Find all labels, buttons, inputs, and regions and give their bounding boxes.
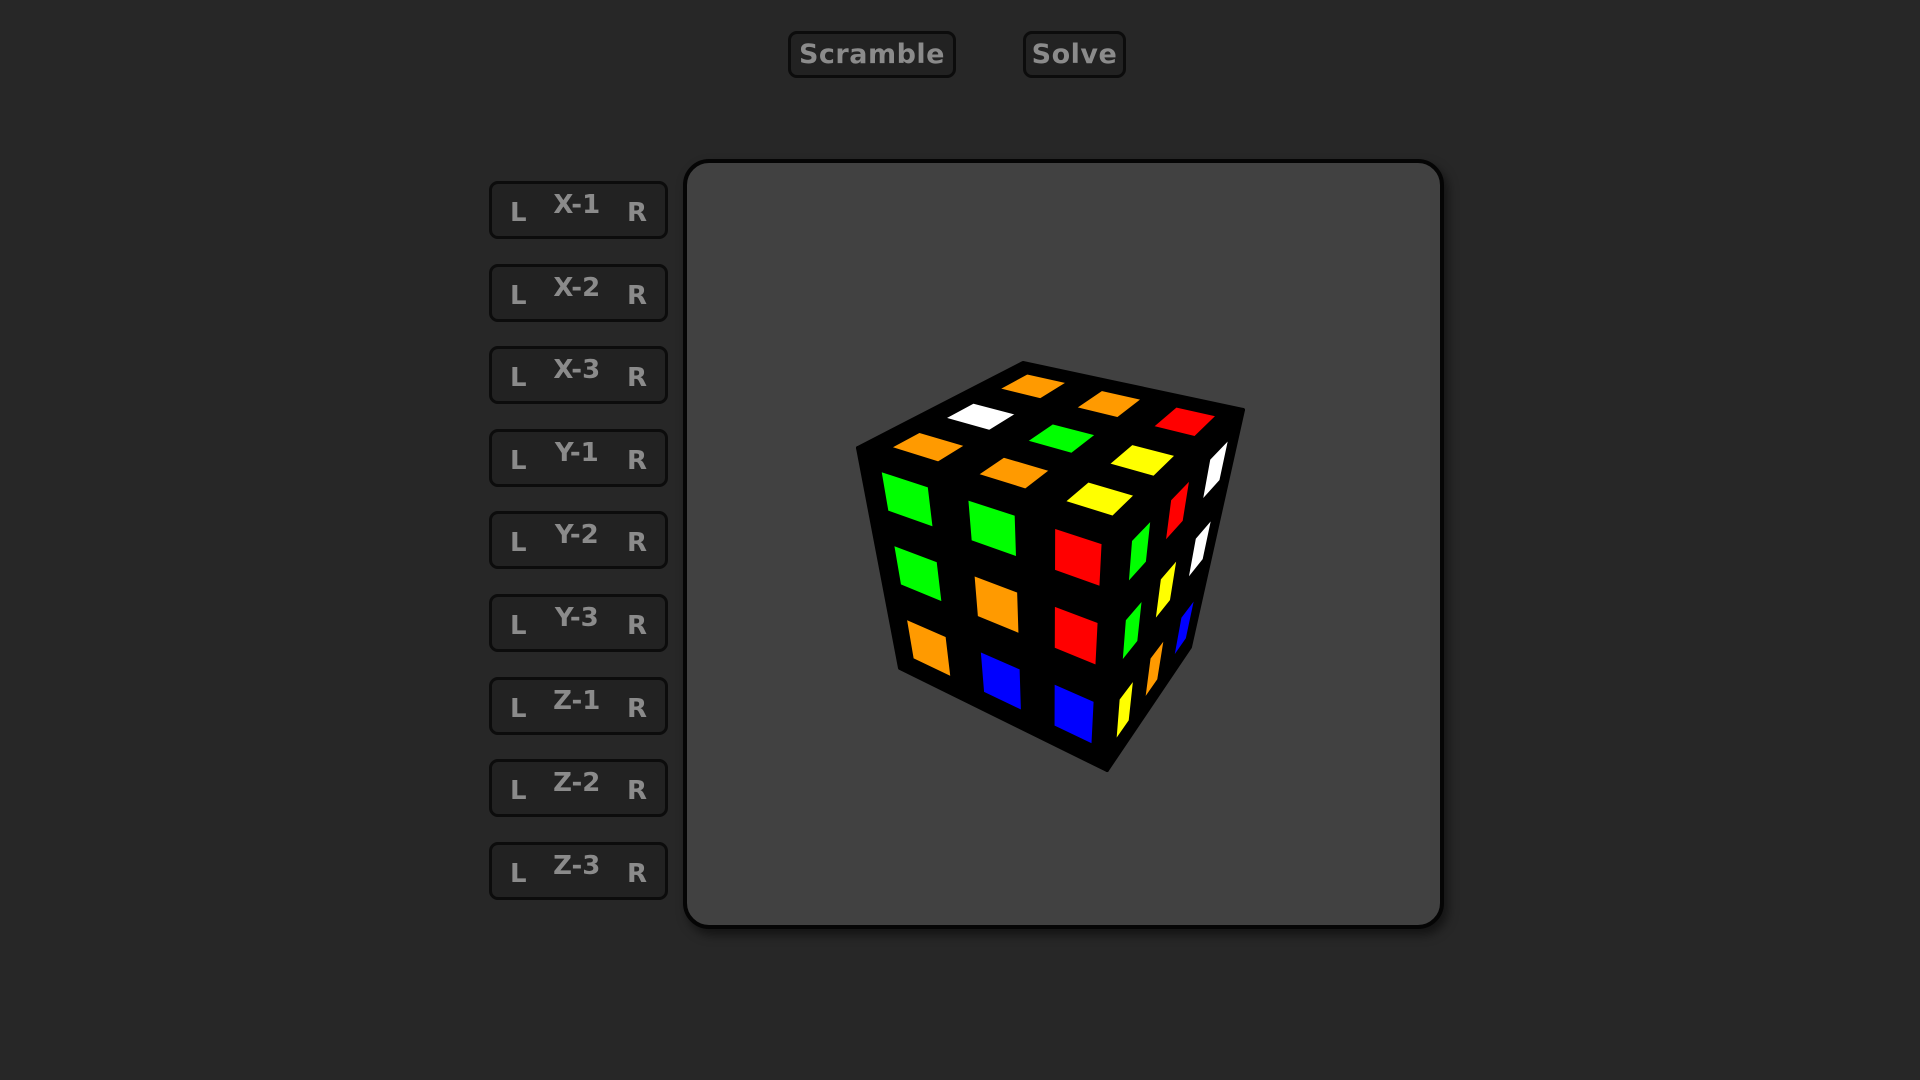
rotate-right-button[interactable]: R — [627, 859, 647, 889]
rotate-right-button[interactable]: R — [627, 198, 647, 228]
rotate-right-button[interactable]: R — [627, 281, 647, 311]
rotate-left-button[interactable]: L — [510, 528, 527, 558]
rotate-left-button[interactable]: L — [510, 281, 527, 311]
rotate-control-x-1: L X-1 R — [489, 181, 668, 239]
rotate-right-button[interactable]: R — [627, 776, 647, 806]
axis-layer-label: Z-1 — [553, 685, 601, 716]
rotate-left-button[interactable]: L — [510, 776, 527, 806]
axis-layer-label: Z-3 — [553, 850, 601, 881]
axis-layer-label: Y-3 — [554, 603, 599, 633]
rotate-right-button[interactable]: R — [627, 446, 647, 476]
axis-layer-label: X-1 — [553, 190, 601, 220]
rotate-control-z-2: L Z-2 R — [489, 759, 668, 818]
rotate-left-button[interactable]: L — [510, 446, 527, 476]
rotate-left-button[interactable]: L — [510, 363, 527, 393]
axis-layer-label: Y-2 — [554, 520, 599, 551]
rotate-control-x-3: L X-3 R — [489, 346, 668, 405]
axis-layer-label: Y-1 — [554, 437, 599, 468]
rotate-control-y-3: L Y-3 R — [489, 594, 668, 652]
rotate-control-z-3: L Z-3 R — [489, 841, 668, 900]
rotate-left-button[interactable]: L — [510, 859, 527, 889]
solve-button[interactable]: Solve — [1023, 31, 1126, 78]
scramble-button[interactable]: Scramble — [788, 31, 956, 78]
axis-layer-label: X-3 — [553, 355, 601, 386]
axis-layer-label: X-2 — [553, 272, 601, 303]
rotate-right-button[interactable]: R — [627, 528, 647, 558]
rotate-control-y-2: L Y-2 R — [489, 511, 668, 570]
rotate-left-button[interactable]: L — [510, 694, 527, 724]
rotate-left-button[interactable]: L — [510, 611, 527, 641]
axis-layer-label: Z-2 — [553, 768, 601, 799]
rotate-control-z-1: L Z-1 R — [489, 676, 668, 735]
cube-viewport[interactable] — [683, 159, 1444, 929]
rotate-control-y-1: L Y-1 R — [489, 428, 668, 487]
rotate-right-button[interactable]: R — [627, 611, 647, 641]
rotate-right-button[interactable]: R — [627, 694, 647, 724]
rotate-control-x-2: L X-2 R — [489, 263, 668, 322]
rotate-left-button[interactable]: L — [510, 198, 527, 228]
rotate-right-button[interactable]: R — [627, 363, 647, 393]
